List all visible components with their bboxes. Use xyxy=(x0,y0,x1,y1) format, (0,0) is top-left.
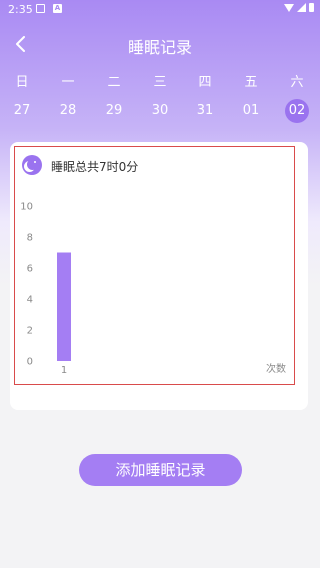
status-indicators xyxy=(284,3,314,12)
page-title: 睡眠记录 xyxy=(127,38,192,57)
weekday-label: 四 xyxy=(198,75,212,90)
date-item-selected[interactable]: 02 xyxy=(285,99,309,123)
image-notification-icon xyxy=(36,4,45,13)
weekday-label: 五 xyxy=(244,75,258,90)
sleep-total-text: 睡眠总共7时0分 xyxy=(51,160,139,174)
weekday-label: 二 xyxy=(107,75,121,90)
status-time: 2:35 xyxy=(8,3,33,16)
status-bar: 2:35 A xyxy=(0,0,320,18)
moon-icon xyxy=(22,155,42,175)
weekday-label: 三 xyxy=(153,75,167,90)
date-row: 27 28 29 30 31 01 02 xyxy=(0,99,320,123)
date-item[interactable]: 31 xyxy=(193,99,217,123)
add-sleep-record-button[interactable]: 添加睡眠记录 xyxy=(79,454,242,486)
date-item[interactable]: 29 xyxy=(102,99,126,123)
date-item[interactable]: 30 xyxy=(148,99,172,123)
weekday-row: 日一二三四五六 xyxy=(0,71,320,91)
battery-icon xyxy=(309,3,314,12)
app-notification-icon: A xyxy=(53,4,62,13)
title-bar: 睡眠记录 xyxy=(0,30,320,58)
wifi-icon xyxy=(284,3,294,12)
date-item[interactable]: 01 xyxy=(239,99,263,123)
weekday-label: 一 xyxy=(61,75,75,90)
weekday-label: 日 xyxy=(15,75,29,90)
date-item[interactable]: 27 xyxy=(10,99,34,123)
chart-highlight-frame xyxy=(14,146,295,385)
weekday-label: 六 xyxy=(290,75,304,90)
signal-icon xyxy=(297,3,306,12)
date-item[interactable]: 28 xyxy=(56,99,80,123)
